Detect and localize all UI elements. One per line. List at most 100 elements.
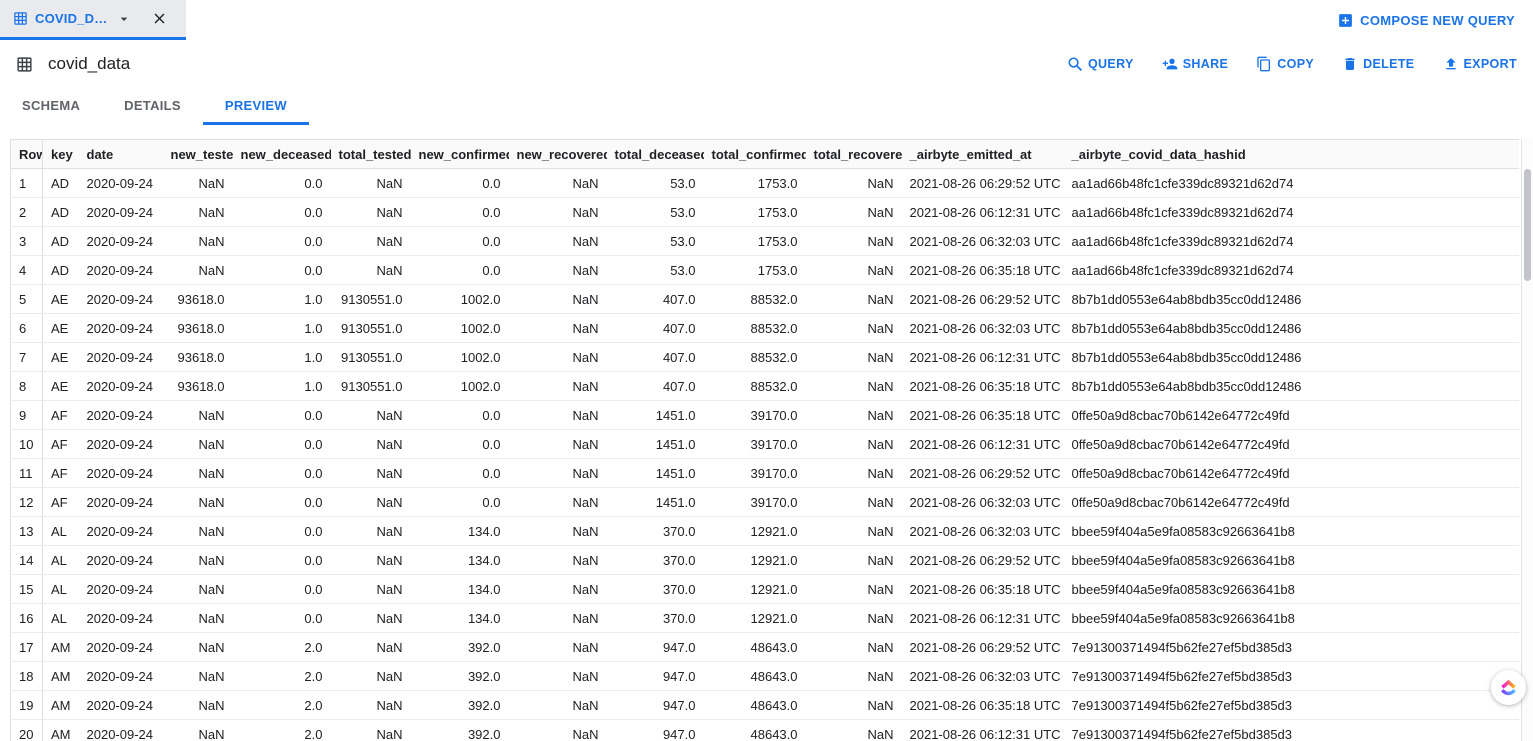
compose-new-query-button[interactable]: COMPOSE NEW QUERY: [1319, 0, 1533, 40]
cell-filler: [1303, 661, 1519, 691]
cell-date: 2020-09-24: [78, 719, 163, 741]
cell-total_tested: 9130551.0: [330, 313, 411, 343]
cell-filler: [1303, 632, 1519, 662]
cell-total_tested: NaN: [330, 603, 411, 633]
cell-total_confirmed: 1753.0: [703, 197, 806, 227]
cell-airbyte_emitted_at: 2021-08-26 06:12:31 UTC: [901, 429, 1064, 459]
cell-key: AE: [42, 313, 79, 343]
cell-airbyte_covid_data_hashid: 8b7b1dd0553e64ab8bdb35cc0dd12486: [1063, 313, 1304, 343]
cell-new_confirmed: 1002.0: [410, 342, 509, 372]
export-button-label: EXPORT: [1463, 57, 1517, 71]
cell-filler: [1303, 458, 1519, 488]
person-add-icon: [1162, 56, 1178, 72]
cell-new_recovered: NaN: [508, 719, 607, 741]
column-header-date: date: [78, 139, 163, 169]
cell-airbyte_covid_data_hashid: 7e91300371494f5b62fe27ef5bd385d3: [1063, 690, 1304, 720]
cell-new_deceased: 1.0: [232, 371, 331, 401]
cell-new_recovered: NaN: [508, 603, 607, 633]
cell-total_recovered: NaN: [805, 516, 902, 546]
cell-date: 2020-09-24: [78, 168, 163, 198]
column-header-new_deceased: new_deceased: [232, 139, 331, 169]
close-tab-icon[interactable]: [151, 10, 168, 27]
vertical-scrollbar[interactable]: [1521, 139, 1533, 741]
table-row: 8 AE 2020-09-24 93618.0 1.0 9130551.0 1002.0 Na…: [10, 371, 1519, 401]
cell-total_confirmed: 39170.0: [703, 487, 806, 517]
cell-airbyte_emitted_at: 2021-08-26 06:32:03 UTC: [901, 487, 1064, 517]
cell-filler: [1303, 690, 1519, 720]
cell-total_tested: NaN: [330, 719, 411, 741]
cell-airbyte_emitted_at: 2021-08-26 06:35:18 UTC: [901, 255, 1064, 285]
cell-key: AD: [42, 168, 79, 198]
cell-Row: 14: [10, 545, 43, 575]
cell-airbyte_covid_data_hashid: bbee59f404a5e9fa08583c92663641b8: [1063, 516, 1304, 546]
cell-total_recovered: NaN: [805, 168, 902, 198]
cell-new_tested: NaN: [162, 545, 233, 575]
cell-total_deceased: 370.0: [606, 574, 704, 604]
copy-button-label: COPY: [1277, 57, 1315, 71]
column-header-airbyte_emitted_at: _airbyte_emitted_at: [901, 139, 1064, 169]
cell-new_confirmed: 0.0: [410, 255, 509, 285]
cell-total_tested: NaN: [330, 400, 411, 430]
tab-schema[interactable]: SCHEMA: [0, 88, 102, 125]
cell-total_confirmed: 12921.0: [703, 603, 806, 633]
cell-total_confirmed: 1753.0: [703, 255, 806, 285]
cell-airbyte_covid_data_hashid: aa1ad66b48fc1cfe339dc89321d62d74: [1063, 226, 1304, 256]
export-button[interactable]: EXPORT: [1443, 56, 1518, 72]
compose-label: COMPOSE NEW QUERY: [1360, 12, 1515, 28]
cell-airbyte_emitted_at: 2021-08-26 06:32:03 UTC: [901, 313, 1064, 343]
cell-new_recovered: NaN: [508, 168, 607, 198]
cell-date: 2020-09-24: [78, 342, 163, 372]
cell-date: 2020-09-24: [78, 545, 163, 575]
cell-filler: [1303, 400, 1519, 430]
cell-airbyte_emitted_at: 2021-08-26 06:35:18 UTC: [901, 400, 1064, 430]
column-header-new_confirmed: new_confirmed: [410, 139, 509, 169]
cell-total_tested: NaN: [330, 487, 411, 517]
cell-new_deceased: 0.0: [232, 545, 331, 575]
query-button[interactable]: QUERY: [1067, 56, 1134, 72]
cell-filler: [1303, 313, 1519, 343]
editor-tab-covid-data[interactable]: COVID_D…: [0, 0, 186, 40]
column-header-total_tested: total_tested: [330, 139, 411, 169]
cell-key: AM: [42, 661, 79, 691]
table-grid-icon: [16, 56, 33, 73]
action-bar: QUERY SHARE COPY DELETE EXPORT: [1067, 56, 1517, 72]
cell-total_confirmed: 88532.0: [703, 342, 806, 372]
cell-filler: [1303, 284, 1519, 314]
column-header-new_tested: new_tested: [162, 139, 233, 169]
cell-total_tested: NaN: [330, 632, 411, 662]
chevron-down-icon[interactable]: [116, 11, 132, 27]
scrollbar-thumb[interactable]: [1524, 169, 1531, 281]
tab-details[interactable]: DETAILS: [102, 88, 203, 125]
trash-icon: [1342, 56, 1358, 72]
cell-filler: [1303, 719, 1519, 741]
cell-Row: 2: [10, 197, 43, 227]
cell-filler: [1303, 516, 1519, 546]
cell-airbyte_covid_data_hashid: aa1ad66b48fc1cfe339dc89321d62d74: [1063, 255, 1304, 285]
table-row: 7 AE 2020-09-24 93618.0 1.0 9130551.0 1002.0 Na…: [10, 342, 1519, 372]
cell-airbyte_covid_data_hashid: 8b7b1dd0553e64ab8bdb35cc0dd12486: [1063, 371, 1304, 401]
tab-preview[interactable]: PREVIEW: [202, 88, 309, 125]
share-button[interactable]: SHARE: [1162, 56, 1229, 72]
cell-total_tested: NaN: [330, 516, 411, 546]
view-tabs: SCHEMA DETAILS PREVIEW: [0, 88, 1533, 125]
cell-total_confirmed: 12921.0: [703, 545, 806, 575]
cell-key: AL: [42, 545, 79, 575]
cell-date: 2020-09-24: [78, 255, 163, 285]
cell-filler: [1303, 545, 1519, 575]
cell-Row: 17: [10, 632, 43, 662]
delete-button[interactable]: DELETE: [1342, 56, 1414, 72]
cell-total_tested: 9130551.0: [330, 371, 411, 401]
cell-new_recovered: NaN: [508, 255, 607, 285]
cell-key: AE: [42, 284, 79, 314]
cell-key: AD: [42, 255, 79, 285]
cell-total_tested: NaN: [330, 661, 411, 691]
cell-key: AM: [42, 632, 79, 662]
clickup-floating-button[interactable]: [1491, 670, 1526, 705]
cell-new_tested: NaN: [162, 574, 233, 604]
cell-new_recovered: NaN: [508, 371, 607, 401]
cell-total_recovered: NaN: [805, 284, 902, 314]
cell-total_confirmed: 48643.0: [703, 719, 806, 741]
cell-airbyte_covid_data_hashid: aa1ad66b48fc1cfe339dc89321d62d74: [1063, 197, 1304, 227]
cell-airbyte_emitted_at: 2021-08-26 06:35:18 UTC: [901, 371, 1064, 401]
copy-button[interactable]: COPY: [1256, 56, 1314, 72]
